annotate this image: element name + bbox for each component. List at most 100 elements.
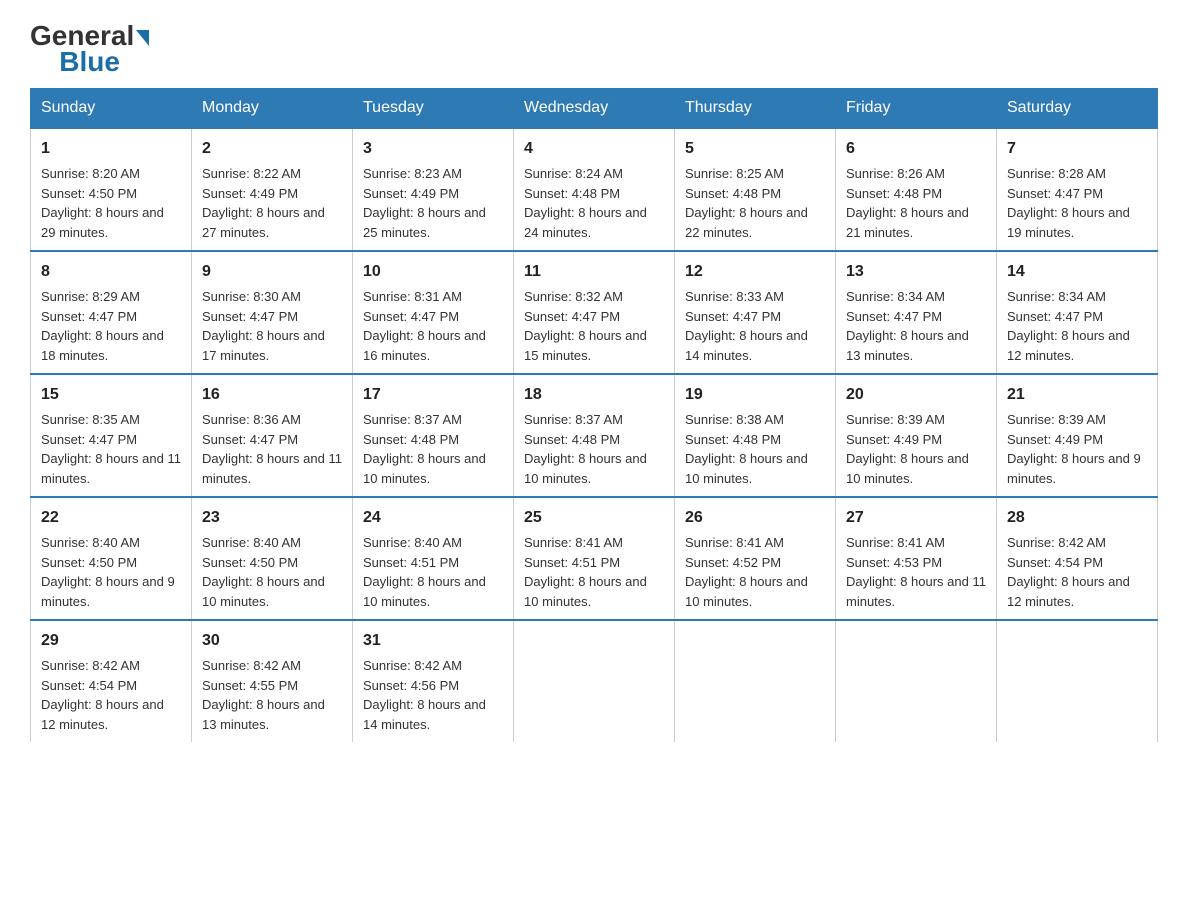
sunset-label: Sunset: 4:56 PM: [363, 678, 459, 693]
header-wednesday: Wednesday: [514, 89, 675, 129]
sunset-label: Sunset: 4:51 PM: [524, 555, 620, 570]
day-number: 25: [524, 506, 664, 530]
calendar-cell: 22Sunrise: 8:40 AMSunset: 4:50 PMDayligh…: [31, 497, 192, 620]
week-row-4: 22Sunrise: 8:40 AMSunset: 4:50 PMDayligh…: [31, 497, 1158, 620]
daylight-label: Daylight: 8 hours and 29 minutes.: [41, 205, 164, 240]
daylight-label: Daylight: 8 hours and 14 minutes.: [685, 328, 808, 363]
calendar-cell: 27 Sunrise: 8:41 AM Sunset: 4:53 PM Dayligh…: [836, 497, 997, 620]
daylight-label: Daylight: 8 hours and 13 minutes.: [202, 697, 325, 732]
daylight-label: Daylight: 8 hours and 22 minutes.: [685, 205, 808, 240]
daylight-label: Daylight: 8 hours and 11 minutes.: [41, 451, 181, 486]
day-number: 5: [685, 137, 825, 161]
daylight-label: Daylight: 8 hours and 16 minutes.: [363, 328, 486, 363]
sunset-label: Sunset: 4:48 PM: [846, 186, 942, 201]
calendar-cell: 16Sunrise: 8:36 AMSunset: 4:47 PMDayligh…: [192, 374, 353, 497]
sunrise-label: Sunrise: 8:41 AM: [846, 535, 945, 550]
sunrise-label: Sunrise: 8:24 AM: [524, 166, 623, 181]
day-number: 13: [846, 260, 986, 284]
calendar-cell: 19Sunrise: 8:38 AMSunset: 4:48 PMDayligh…: [675, 374, 836, 497]
daylight-label: Daylight: 8 hours and 24 minutes.: [524, 205, 647, 240]
sunrise-label: Sunrise: 8:36 AM: [202, 412, 301, 427]
sunset-label: Sunset: 4:47 PM: [1007, 186, 1103, 201]
day-number: 3: [363, 137, 503, 161]
calendar-cell: 26Sunrise: 8:41 AMSunset: 4:52 PMDayligh…: [675, 497, 836, 620]
day-number: 26: [685, 506, 825, 530]
sunrise-label: Sunrise: 8:42 AM: [1007, 535, 1106, 550]
sunset-label: Sunset: 4:48 PM: [685, 186, 781, 201]
sunset-label: Sunset: 4:47 PM: [1007, 309, 1103, 324]
header-saturday: Saturday: [997, 89, 1158, 129]
calendar-cell: [997, 620, 1158, 742]
calendar-cell: 28Sunrise: 8:42 AMSunset: 4:54 PMDayligh…: [997, 497, 1158, 620]
week-row-1: 1Sunrise: 8:20 AMSunset: 4:50 PMDaylight…: [31, 128, 1158, 251]
day-number: 18: [524, 383, 664, 407]
sunset-label: Sunset: 4:47 PM: [685, 309, 781, 324]
calendar-cell: [514, 620, 675, 742]
daylight-label: Daylight: 8 hours and 10 minutes.: [202, 574, 325, 609]
sunset-label: Sunset: 4:48 PM: [524, 186, 620, 201]
sunrise-label: Sunrise: 8:28 AM: [1007, 166, 1106, 181]
sunset-label: Sunset: 4:47 PM: [524, 309, 620, 324]
sunset-label: Sunset: 4:47 PM: [202, 432, 298, 447]
day-number: 28: [1007, 506, 1147, 530]
calendar-cell: 24Sunrise: 8:40 AMSunset: 4:51 PMDayligh…: [353, 497, 514, 620]
sunset-label: Sunset: 4:47 PM: [41, 432, 137, 447]
calendar-cell: 21Sunrise: 8:39 AMSunset: 4:49 PMDayligh…: [997, 374, 1158, 497]
calendar-cell: 8Sunrise: 8:29 AMSunset: 4:47 PMDaylight…: [31, 251, 192, 374]
header-sunday: Sunday: [31, 89, 192, 129]
calendar-cell: 23Sunrise: 8:40 AMSunset: 4:50 PMDayligh…: [192, 497, 353, 620]
header-tuesday: Tuesday: [353, 89, 514, 129]
week-row-5: 29 Sunrise: 8:42 AM Sunset: 4:54 PM Dayligh…: [31, 620, 1158, 742]
calendar-cell: 7Sunrise: 8:28 AMSunset: 4:47 PMDaylight…: [997, 128, 1158, 251]
daylight-label: Daylight: 8 hours and 10 minutes.: [363, 451, 486, 486]
logo-icon: General Blue: [30, 20, 149, 78]
day-number: 6: [846, 137, 986, 161]
sunset-label: Sunset: 4:47 PM: [846, 309, 942, 324]
sunset-label: Sunset: 4:48 PM: [685, 432, 781, 447]
daylight-label: Daylight: 8 hours and 19 minutes.: [1007, 205, 1130, 240]
day-number: 29: [41, 629, 181, 653]
calendar-cell: 11Sunrise: 8:32 AMSunset: 4:47 PMDayligh…: [514, 251, 675, 374]
sunset-label: Sunset: 4:50 PM: [41, 186, 137, 201]
sunset-label: Sunset: 4:49 PM: [363, 186, 459, 201]
calendar-cell: 2Sunrise: 8:22 AMSunset: 4:49 PMDaylight…: [192, 128, 353, 251]
daylight-label: Daylight: 8 hours and 21 minutes.: [846, 205, 969, 240]
day-number: 15: [41, 383, 181, 407]
sunset-label: Sunset: 4:48 PM: [363, 432, 459, 447]
calendar-cell: 18Sunrise: 8:37 AMSunset: 4:48 PMDayligh…: [514, 374, 675, 497]
calendar-header-row: SundayMondayTuesdayWednesdayThursdayFrid…: [31, 89, 1158, 129]
calendar-cell: 17Sunrise: 8:37 AMSunset: 4:48 PMDayligh…: [353, 374, 514, 497]
sunrise-label: Sunrise: 8:23 AM: [363, 166, 462, 181]
logo: General Blue: [30, 20, 149, 78]
daylight-label: Daylight: 8 hours and 11 minutes.: [846, 574, 986, 609]
sunrise-label: Sunrise: 8:30 AM: [202, 289, 301, 304]
sunrise-label: Sunrise: 8:34 AM: [1007, 289, 1106, 304]
day-number: 22: [41, 506, 181, 530]
day-number: 8: [41, 260, 181, 284]
header-monday: Monday: [192, 89, 353, 129]
calendar-cell: [675, 620, 836, 742]
sunset-label: Sunset: 4:54 PM: [41, 678, 137, 693]
day-number: 20: [846, 383, 986, 407]
week-row-3: 15Sunrise: 8:35 AMSunset: 4:47 PMDayligh…: [31, 374, 1158, 497]
daylight-label: Daylight: 8 hours and 10 minutes.: [685, 574, 808, 609]
day-number: 14: [1007, 260, 1147, 284]
sunset-label: Sunset: 4:49 PM: [1007, 432, 1103, 447]
sunrise-label: Sunrise: 8:22 AM: [202, 166, 301, 181]
calendar-cell: 5Sunrise: 8:25 AMSunset: 4:48 PMDaylight…: [675, 128, 836, 251]
sunrise-label: Sunrise: 8:42 AM: [202, 658, 301, 673]
sunrise-label: Sunrise: 8:42 AM: [41, 658, 140, 673]
calendar-cell: 10Sunrise: 8:31 AMSunset: 4:47 PMDayligh…: [353, 251, 514, 374]
calendar-cell: 9Sunrise: 8:30 AMSunset: 4:47 PMDaylight…: [192, 251, 353, 374]
day-number: 10: [363, 260, 503, 284]
sunset-label: Sunset: 4:47 PM: [41, 309, 137, 324]
daylight-label: Daylight: 8 hours and 10 minutes.: [363, 574, 486, 609]
daylight-label: Daylight: 8 hours and 12 minutes.: [1007, 328, 1130, 363]
calendar-cell: 6 Sunrise: 8:26 AM Sunset: 4:48 PM Daylight…: [836, 128, 997, 251]
sunrise-label: Sunrise: 8:39 AM: [846, 412, 945, 427]
day-number: 16: [202, 383, 342, 407]
day-number: 27: [846, 506, 986, 530]
sunrise-label: Sunrise: 8:26 AM: [846, 166, 945, 181]
daylight-label: Daylight: 8 hours and 12 minutes.: [1007, 574, 1130, 609]
sunset-label: Sunset: 4:53 PM: [846, 555, 942, 570]
